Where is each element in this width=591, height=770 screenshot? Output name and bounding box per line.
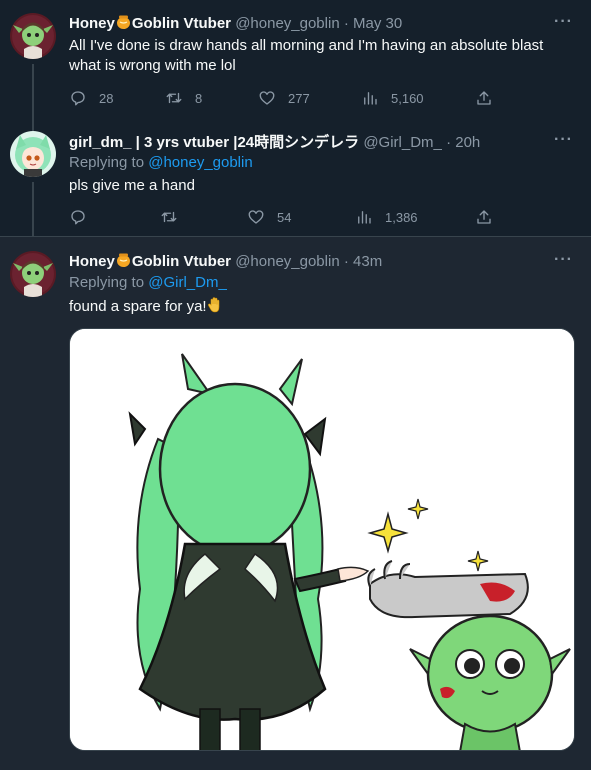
like-button[interactable]: 277 bbox=[258, 89, 310, 107]
tweet-1[interactable]: Honey Goblin Vtuber @honey_goblin · May 3… bbox=[0, 0, 591, 118]
replying-to-handle-link[interactable]: @Girl_Dm_ bbox=[148, 274, 227, 291]
heart-icon bbox=[248, 210, 264, 224]
reply-icon bbox=[71, 210, 85, 225]
tweet-header: Honey Goblin Vtuber @honey_goblin · May 3… bbox=[69, 13, 402, 34]
reply-button[interactable] bbox=[69, 208, 99, 226]
thread-line-top bbox=[32, 118, 34, 131]
avatar-girl-dm[interactable] bbox=[10, 131, 56, 177]
thread-line bbox=[32, 64, 34, 118]
tweet-text: All I've done is draw hands all morning … bbox=[69, 37, 544, 74]
thread-line-bottom bbox=[32, 182, 34, 237]
honey-pot-emoji bbox=[115, 13, 132, 34]
tweet-2[interactable]: girl_dm_ | 3 yrs vtuber |24時間シンデレラ @Girl… bbox=[0, 118, 591, 237]
share-icon bbox=[477, 210, 491, 224]
more-options-button[interactable]: ··· bbox=[554, 131, 573, 149]
tweet-header: girl_dm_ | 3 yrs vtuber |24時間シンデレラ @Girl… bbox=[69, 131, 480, 152]
share-icon bbox=[477, 91, 491, 105]
display-name[interactable]: Honey Goblin Vtuber bbox=[69, 253, 231, 270]
views-icon bbox=[358, 211, 371, 224]
user-handle[interactable]: @honey_goblin bbox=[235, 253, 339, 270]
share-button[interactable] bbox=[475, 208, 493, 226]
retweet-button[interactable] bbox=[160, 208, 190, 226]
reply-icon bbox=[71, 91, 85, 106]
avatar-honey-goblin[interactable] bbox=[10, 13, 56, 59]
views-button[interactable]: 1,386 bbox=[355, 208, 418, 226]
display-name[interactable]: girl_dm_ | 3 yrs vtuber |24時間シンデレラ bbox=[69, 134, 359, 151]
tweet-3-focused[interactable]: Honey Goblin Vtuber @honey_goblin · 43m ·… bbox=[0, 237, 591, 770]
reply-button[interactable]: 28 bbox=[69, 89, 113, 107]
retweet-icon bbox=[161, 211, 177, 223]
tweet-image[interactable] bbox=[69, 328, 575, 751]
retweet-icon bbox=[166, 92, 182, 104]
honey-pot-emoji bbox=[115, 251, 132, 272]
timestamp[interactable]: · 20h bbox=[446, 134, 480, 151]
tweet-text: pls give me a hand bbox=[69, 177, 195, 194]
timestamp[interactable]: · 43m bbox=[344, 253, 382, 270]
display-name[interactable]: Honey Goblin Vtuber bbox=[69, 15, 231, 32]
more-options-button[interactable]: ··· bbox=[554, 251, 573, 269]
like-button[interactable]: 54 bbox=[247, 208, 291, 226]
replying-to-handle-link[interactable]: @honey_goblin bbox=[148, 154, 252, 171]
replying-to: Replying to @honey_goblin bbox=[69, 154, 253, 171]
illustration-image bbox=[70, 329, 574, 750]
tweet-header: Honey Goblin Vtuber @honey_goblin · 43m bbox=[69, 251, 382, 272]
avatar-honey-goblin[interactable] bbox=[10, 251, 56, 297]
share-button[interactable] bbox=[475, 89, 493, 107]
tweet-actions: 54 1,386 bbox=[69, 208, 499, 228]
views-icon bbox=[364, 92, 377, 105]
tweet-actions: 28 8 277 5,160 bbox=[69, 89, 499, 109]
raised-hand-emoji bbox=[207, 296, 224, 319]
views-button[interactable]: 5,160 bbox=[361, 89, 424, 107]
retweet-button[interactable]: 8 bbox=[165, 89, 202, 107]
heart-icon bbox=[259, 91, 275, 105]
user-handle[interactable]: @Girl_Dm_ bbox=[363, 134, 442, 151]
tweet-text: found a spare for ya! bbox=[69, 296, 569, 319]
more-options-button[interactable]: ··· bbox=[554, 13, 573, 31]
timestamp[interactable]: · May 30 bbox=[344, 15, 402, 32]
user-handle[interactable]: @honey_goblin bbox=[235, 15, 339, 32]
replying-to: Replying to @Girl_Dm_ bbox=[69, 274, 227, 291]
